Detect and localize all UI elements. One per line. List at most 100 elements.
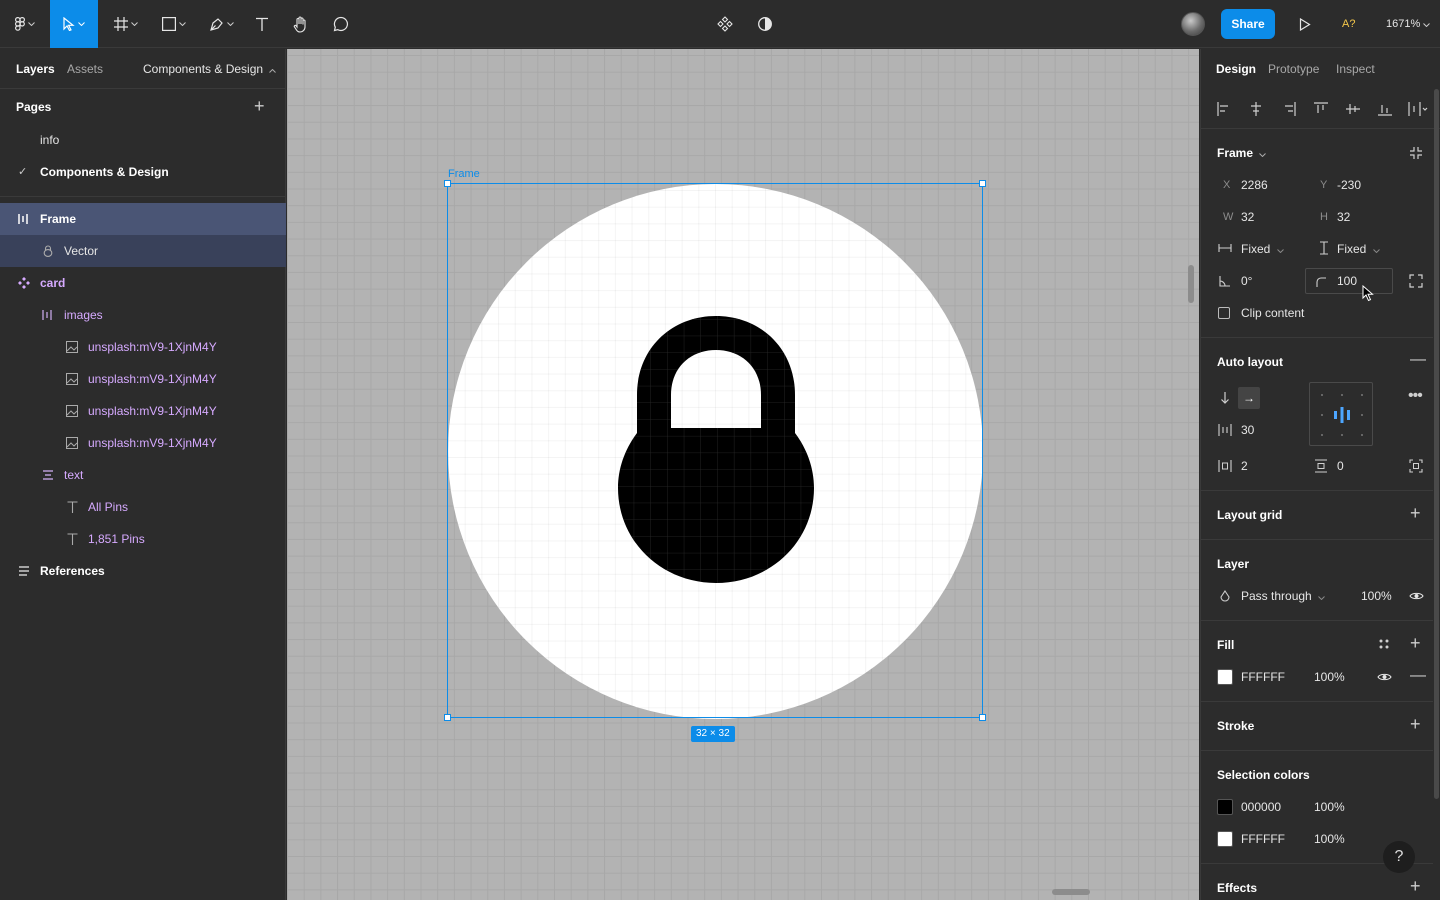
tab-design[interactable]: Design: [1216, 49, 1256, 89]
text-tool-button[interactable]: [250, 0, 274, 48]
auto-layout-title: Auto layout: [1217, 355, 1283, 369]
horizontal-padding-input[interactable]: 2: [1241, 459, 1248, 473]
horizontal-resizing-icon: [1218, 244, 1232, 252]
layer-image[interactable]: unsplash:mV9-1XjnM4Y: [0, 331, 286, 363]
layer-vector[interactable]: Vector: [0, 235, 286, 267]
individual-padding-icon[interactable]: [1409, 459, 1423, 473]
share-button[interactable]: Share: [1221, 9, 1275, 39]
divider: [1201, 750, 1433, 751]
page-item-info[interactable]: info: [40, 133, 59, 147]
layer-image[interactable]: unsplash:mV9-1XjnM4Y: [0, 395, 286, 427]
layer-image[interactable]: unsplash:mV9-1XjnM4Y: [0, 427, 286, 459]
align-right-icon[interactable]: [1282, 102, 1296, 116]
horizontal-scrollbar[interactable]: [1052, 889, 1090, 895]
y-input[interactable]: -230: [1337, 178, 1361, 192]
align-vertical-center-icon[interactable]: [1346, 102, 1360, 116]
comment-icon: [333, 16, 349, 32]
fill-color-swatch[interactable]: [1217, 669, 1233, 685]
add-layout-grid-button[interactable]: +: [1410, 504, 1421, 522]
vertical-scrollbar[interactable]: [1188, 265, 1194, 303]
corner-radius-input[interactable]: 100: [1337, 274, 1357, 288]
layer-text[interactable]: 1,851 Pins: [0, 523, 286, 555]
zoom-level[interactable]: 1671%: [1386, 0, 1431, 48]
page-switcher[interactable]: Components & Design: [143, 49, 277, 89]
selection-color-opacity[interactable]: 100%: [1314, 800, 1345, 814]
comment-tool-button[interactable]: [328, 0, 354, 48]
tab-inspect[interactable]: Inspect: [1336, 49, 1375, 89]
align-horizontal-center-icon[interactable]: [1249, 102, 1263, 116]
tab-assets[interactable]: Assets: [67, 49, 103, 89]
alignment-grid[interactable]: [1309, 382, 1373, 446]
item-spacing-input[interactable]: 30: [1241, 423, 1254, 437]
layer-opacity-input[interactable]: 100%: [1361, 589, 1392, 603]
frame-section-title[interactable]: Frame: [1217, 146, 1267, 160]
fill-hex-input[interactable]: FFFFFF: [1241, 670, 1285, 684]
rotation-input[interactable]: 0°: [1241, 274, 1252, 288]
resize-handle-top-right[interactable]: [979, 180, 986, 187]
remove-auto-layout-button[interactable]: —: [1410, 352, 1426, 368]
tab-prototype[interactable]: Prototype: [1268, 49, 1319, 89]
accessibility-badge[interactable]: A?: [1342, 0, 1355, 48]
layer-text-group[interactable]: text: [0, 459, 286, 491]
resize-handle-top-left[interactable]: [444, 180, 451, 187]
page-item-components-design[interactable]: Components & Design: [40, 165, 169, 179]
panel-scrollbar[interactable]: [1434, 89, 1439, 799]
selection-color-hex[interactable]: FFFFFF: [1241, 832, 1285, 846]
distribute-icon[interactable]: [1408, 102, 1430, 116]
align-left-icon[interactable]: [1217, 102, 1231, 116]
layer-references[interactable]: References: [0, 555, 286, 587]
eye-icon[interactable]: [1377, 672, 1392, 682]
remove-fill-button[interactable]: —: [1410, 668, 1426, 684]
selection-color-hex[interactable]: 000000: [1241, 800, 1281, 814]
auto-layout-more-button[interactable]: •••: [1408, 388, 1423, 404]
canvas[interactable]: Frame 32 × 32: [287, 49, 1199, 900]
x-input[interactable]: 2286: [1241, 178, 1268, 192]
fill-opacity-input[interactable]: 100%: [1314, 670, 1345, 684]
layer-image[interactable]: unsplash:mV9-1XjnM4Y: [0, 363, 286, 395]
selection-color-swatch[interactable]: [1217, 831, 1233, 847]
layer-frame[interactable]: Frame: [0, 203, 286, 235]
frame-label[interactable]: Frame: [448, 168, 480, 180]
layer-card[interactable]: card: [0, 267, 286, 299]
resize-handle-bottom-right[interactable]: [979, 714, 986, 721]
layer-images[interactable]: images: [0, 299, 286, 331]
shape-tool-button[interactable]: [156, 0, 192, 48]
horizontal-direction-button[interactable]: →: [1238, 387, 1260, 409]
add-effect-button[interactable]: +: [1410, 877, 1421, 895]
add-fill-button[interactable]: +: [1410, 634, 1421, 652]
align-bottom-icon[interactable]: [1378, 102, 1392, 116]
vertical-padding-input[interactable]: 0: [1337, 459, 1344, 473]
user-avatar[interactable]: [1181, 12, 1205, 36]
independent-corners-icon[interactable]: [1409, 274, 1423, 288]
styles-icon[interactable]: [1378, 638, 1390, 650]
mouse-cursor-icon: [1362, 285, 1374, 302]
present-button[interactable]: [1294, 0, 1316, 48]
layer-text[interactable]: All Pins: [0, 491, 286, 523]
add-page-button[interactable]: +: [254, 97, 265, 115]
collapse-frame-icon[interactable]: [1409, 146, 1423, 160]
align-top-icon[interactable]: [1314, 102, 1328, 116]
tab-layers[interactable]: Layers: [16, 49, 55, 89]
selection-color-swatch[interactable]: [1217, 799, 1233, 815]
hand-tool-button[interactable]: [288, 0, 314, 48]
clip-content-checkbox[interactable]: [1218, 307, 1230, 319]
horizontal-sizing-select[interactable]: Fixed: [1241, 242, 1284, 256]
help-button[interactable]: ?: [1383, 841, 1415, 873]
pen-tool-button[interactable]: [202, 0, 240, 48]
eye-icon[interactable]: [1409, 591, 1424, 601]
main-menu-button[interactable]: [8, 0, 42, 48]
components-button[interactable]: [712, 0, 738, 48]
figma-logo-icon: [15, 17, 25, 31]
height-input[interactable]: 32: [1337, 210, 1350, 224]
blend-mode-select[interactable]: Pass through: [1241, 589, 1325, 603]
resize-handle-bottom-left[interactable]: [444, 714, 451, 721]
selection-color-opacity[interactable]: 100%: [1314, 832, 1345, 846]
vertical-sizing-select[interactable]: Fixed: [1337, 242, 1380, 256]
vertical-direction-icon[interactable]: [1220, 391, 1230, 404]
width-input[interactable]: 32: [1241, 210, 1254, 224]
theme-toggle-button[interactable]: [752, 0, 778, 48]
text-icon: [65, 532, 79, 546]
frame-tool-button[interactable]: [108, 0, 144, 48]
add-stroke-button[interactable]: +: [1410, 715, 1421, 733]
move-tool-button[interactable]: [50, 0, 98, 48]
